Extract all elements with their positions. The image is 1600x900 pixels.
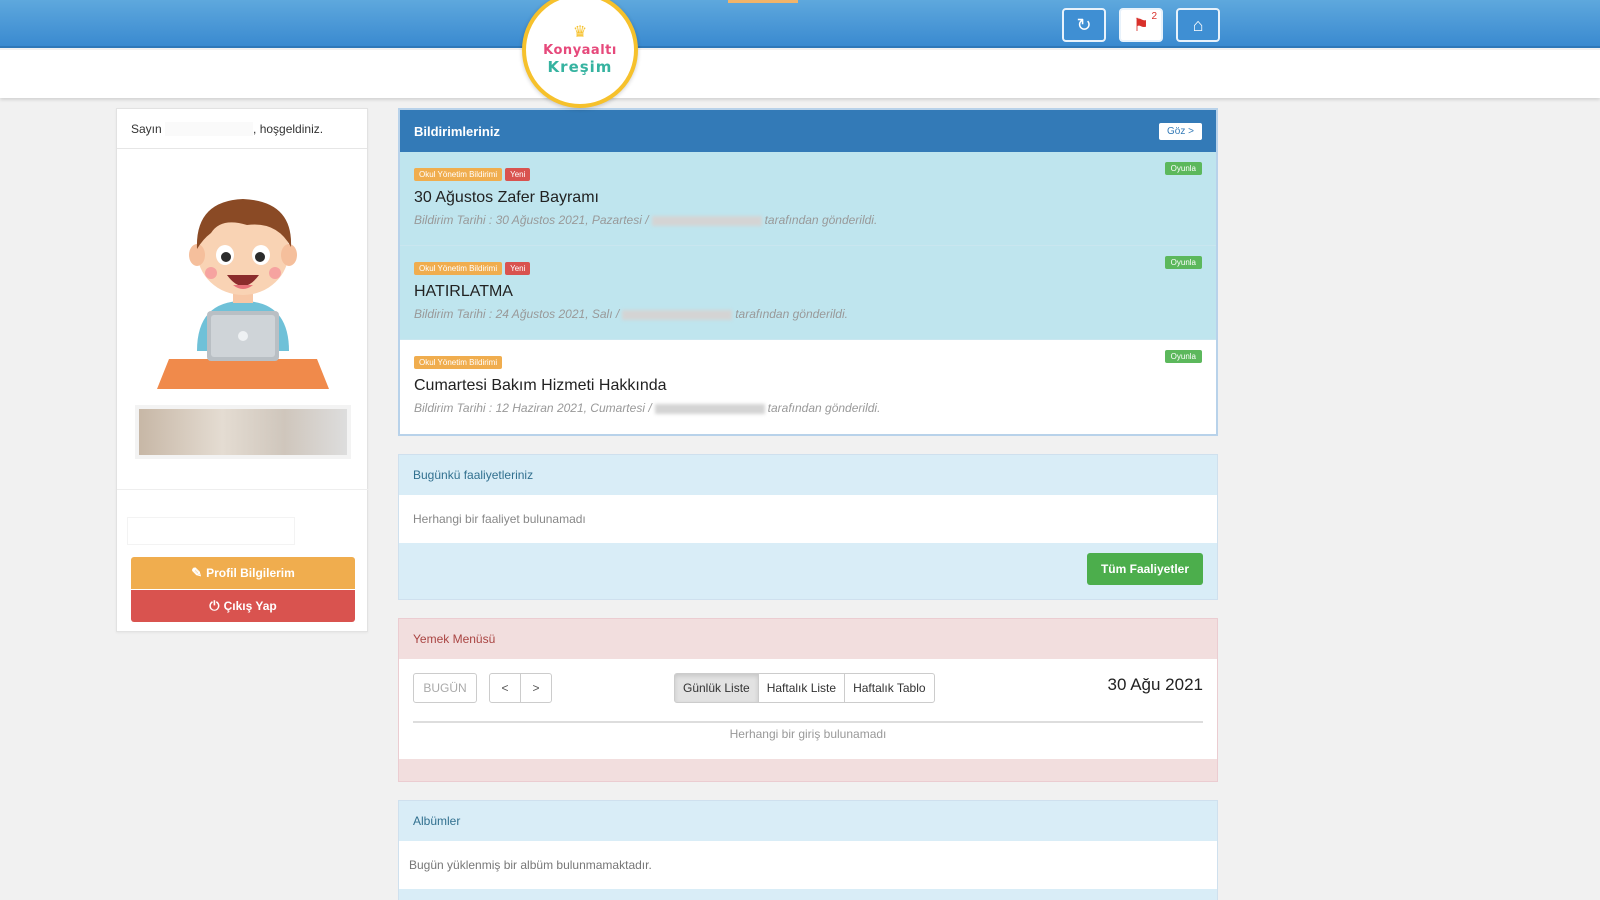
all-activities-button[interactable]: Tüm Faaliyetler [1086,553,1203,585]
notification-meta: Bildirim Tarihi : 30 Ağustos 2021, Pazar… [414,213,1202,227]
chevron-left-icon: < [501,681,509,695]
view-daily-list[interactable]: Günlük Liste [674,673,759,703]
notification-meta: Bildirim Tarihi : 12 Haziran 2021, Cumar… [414,401,1202,415]
category-tag: Okul Yönetim Bildirimi [414,356,503,369]
meta-prefix: Bildirim Tarihi : 30 Ağustos 2021, Pazar… [414,213,649,227]
notification-item[interactable]: Okul Yönetim Bildirimi Oyunla Cumartesi … [400,340,1216,434]
top-navbar: ↻ ⚑ 2 ⌂ [0,0,1600,48]
divider [117,489,369,490]
user-name-redacted [165,121,254,136]
messages-count-badge: 2 [1151,11,1157,22]
notifications-all-button[interactable]: Göz > [1159,122,1202,140]
next-button[interactable]: > [520,673,552,703]
refresh-button[interactable]: ↻ [1062,8,1106,42]
notifications-header: Bildirimleriniz Göz > [400,110,1216,152]
notifications-title: Bildirimleriniz [414,123,500,139]
accent-strip [728,0,798,3]
activities-panel: Bugünkü faaliyetleriniz Herhangi bir faa… [398,454,1218,600]
messages-button[interactable]: ⚑ 2 [1119,8,1163,42]
view-switcher: Günlük Liste Haftalık Liste Haftalık Tab… [674,673,935,703]
notification-item[interactable]: Okul Yönetim Bildirimi Yeni Oyunla 30 Ağu… [400,152,1216,246]
power-icon: ⏻ [209,598,220,613]
view-tag[interactable]: Oyunla [1164,350,1202,363]
albums-empty-text: Bugün yüklenmiş bir albüm bulunmamaktadı… [399,841,1217,889]
sender-redacted [622,309,733,320]
school-button[interactable]: ⌂ [1176,8,1220,42]
view-weekly-table[interactable]: Haftalık Tablo [844,673,935,703]
edit-icon: ✎ [191,565,203,580]
meta-suffix: tarafından gönderildi. [764,213,878,227]
notification-title: HATIRLATMA [414,283,513,300]
meta-prefix: Bildirim Tarihi : 12 Haziran 2021, Cumar… [414,401,652,415]
activities-empty-text: Herhangi bir faaliyet bulunamadı [399,495,1217,543]
new-tag: Yeni [505,168,531,181]
profile-info-button[interactable]: ✎ Profil Bilgilerim [131,557,355,589]
greeting: Sayın , hoşgeldiniz. [117,109,367,149]
sub-navbar [0,50,1600,98]
view-tag[interactable]: Oyunla [1164,256,1202,269]
logo-text-line2: Kreşim [547,57,613,76]
school-icon: ⌂ [1192,14,1204,35]
child-avatar-illustration [157,199,329,389]
logo-text-line1: Konyaaltı [543,42,617,58]
calendar-divider [413,721,1203,723]
refresh-icon: ↻ [1076,14,1092,35]
greeting-suffix: , hoşgeldiniz. [253,121,324,136]
logout-label: Çıkış Yap [223,599,277,613]
notification-item[interactable]: Okul Yönetim Bildirimi Yeni Oyunla HATIRL… [400,246,1216,340]
meal-menu-title: Yemek Menüsü [413,632,496,646]
meal-calendar: BUGÜN < > Günlük Liste Haftalık Liste Ha… [399,659,1217,759]
meal-menu-panel: Yemek Menüsü BUGÜN < > Günlük Liste Haft… [398,618,1218,782]
activities-footer: Tüm Faaliyetler [399,543,1217,599]
message-flag-icon: ⚑ [1132,14,1150,35]
albums-panel: Albümler Bugün yüklenmiş bir albüm bulun… [398,800,1218,900]
child-selector[interactable] [127,517,295,545]
calendar-date: 30 Ağu 2021 [1107,675,1203,694]
meta-suffix: tarafından gönderildi. [767,401,881,415]
category-tag: Okul Yönetim Bildirimi [414,168,503,181]
category-tag: Okul Yönetim Bildirimi [414,262,503,275]
notification-title: 30 Ağustos Zafer Bayramı [414,189,599,206]
sender-redacted [654,403,765,414]
meta-prefix: Bildirim Tarihi : 24 Ağustos 2021, Salı … [414,307,620,321]
logout-button[interactable]: ⏻ Çıkış Yap [131,590,355,622]
activities-title: Bugünkü faaliyetleriniz [413,468,534,482]
view-weekly-list[interactable]: Haftalık Liste [757,673,846,703]
meta-suffix: tarafından gönderildi. [735,307,848,321]
greeting-prefix: Sayın [131,121,162,136]
notification-title: Cumartesi Bakım Hizmeti Hakkında [414,377,667,394]
profile-card: Sayın , hoşgeldiniz. ✎ Profil Bilgilerim… [116,108,369,632]
new-tag: Yeni [505,262,531,275]
prev-button[interactable]: < [489,673,521,703]
albums-title: Albümler [413,814,461,828]
profile-info-label: Profil Bilgilerim [206,566,295,580]
today-button[interactable]: BUGÜN [413,673,477,703]
profile-photo-strip [135,405,351,459]
meal-empty-text: Herhangi bir giriş bulunamadı [729,727,887,741]
notifications-panel: Bildirimleriniz Göz > Okul Yönetim Bildi… [398,108,1218,436]
view-tag[interactable]: Oyunla [1164,162,1202,175]
sender-redacted [651,215,762,226]
crown-icon: ♛ [572,23,588,41]
notification-meta: Bildirim Tarihi : 24 Ağustos 2021, Salı … [414,307,1202,321]
chevron-right-icon: > [532,681,540,695]
